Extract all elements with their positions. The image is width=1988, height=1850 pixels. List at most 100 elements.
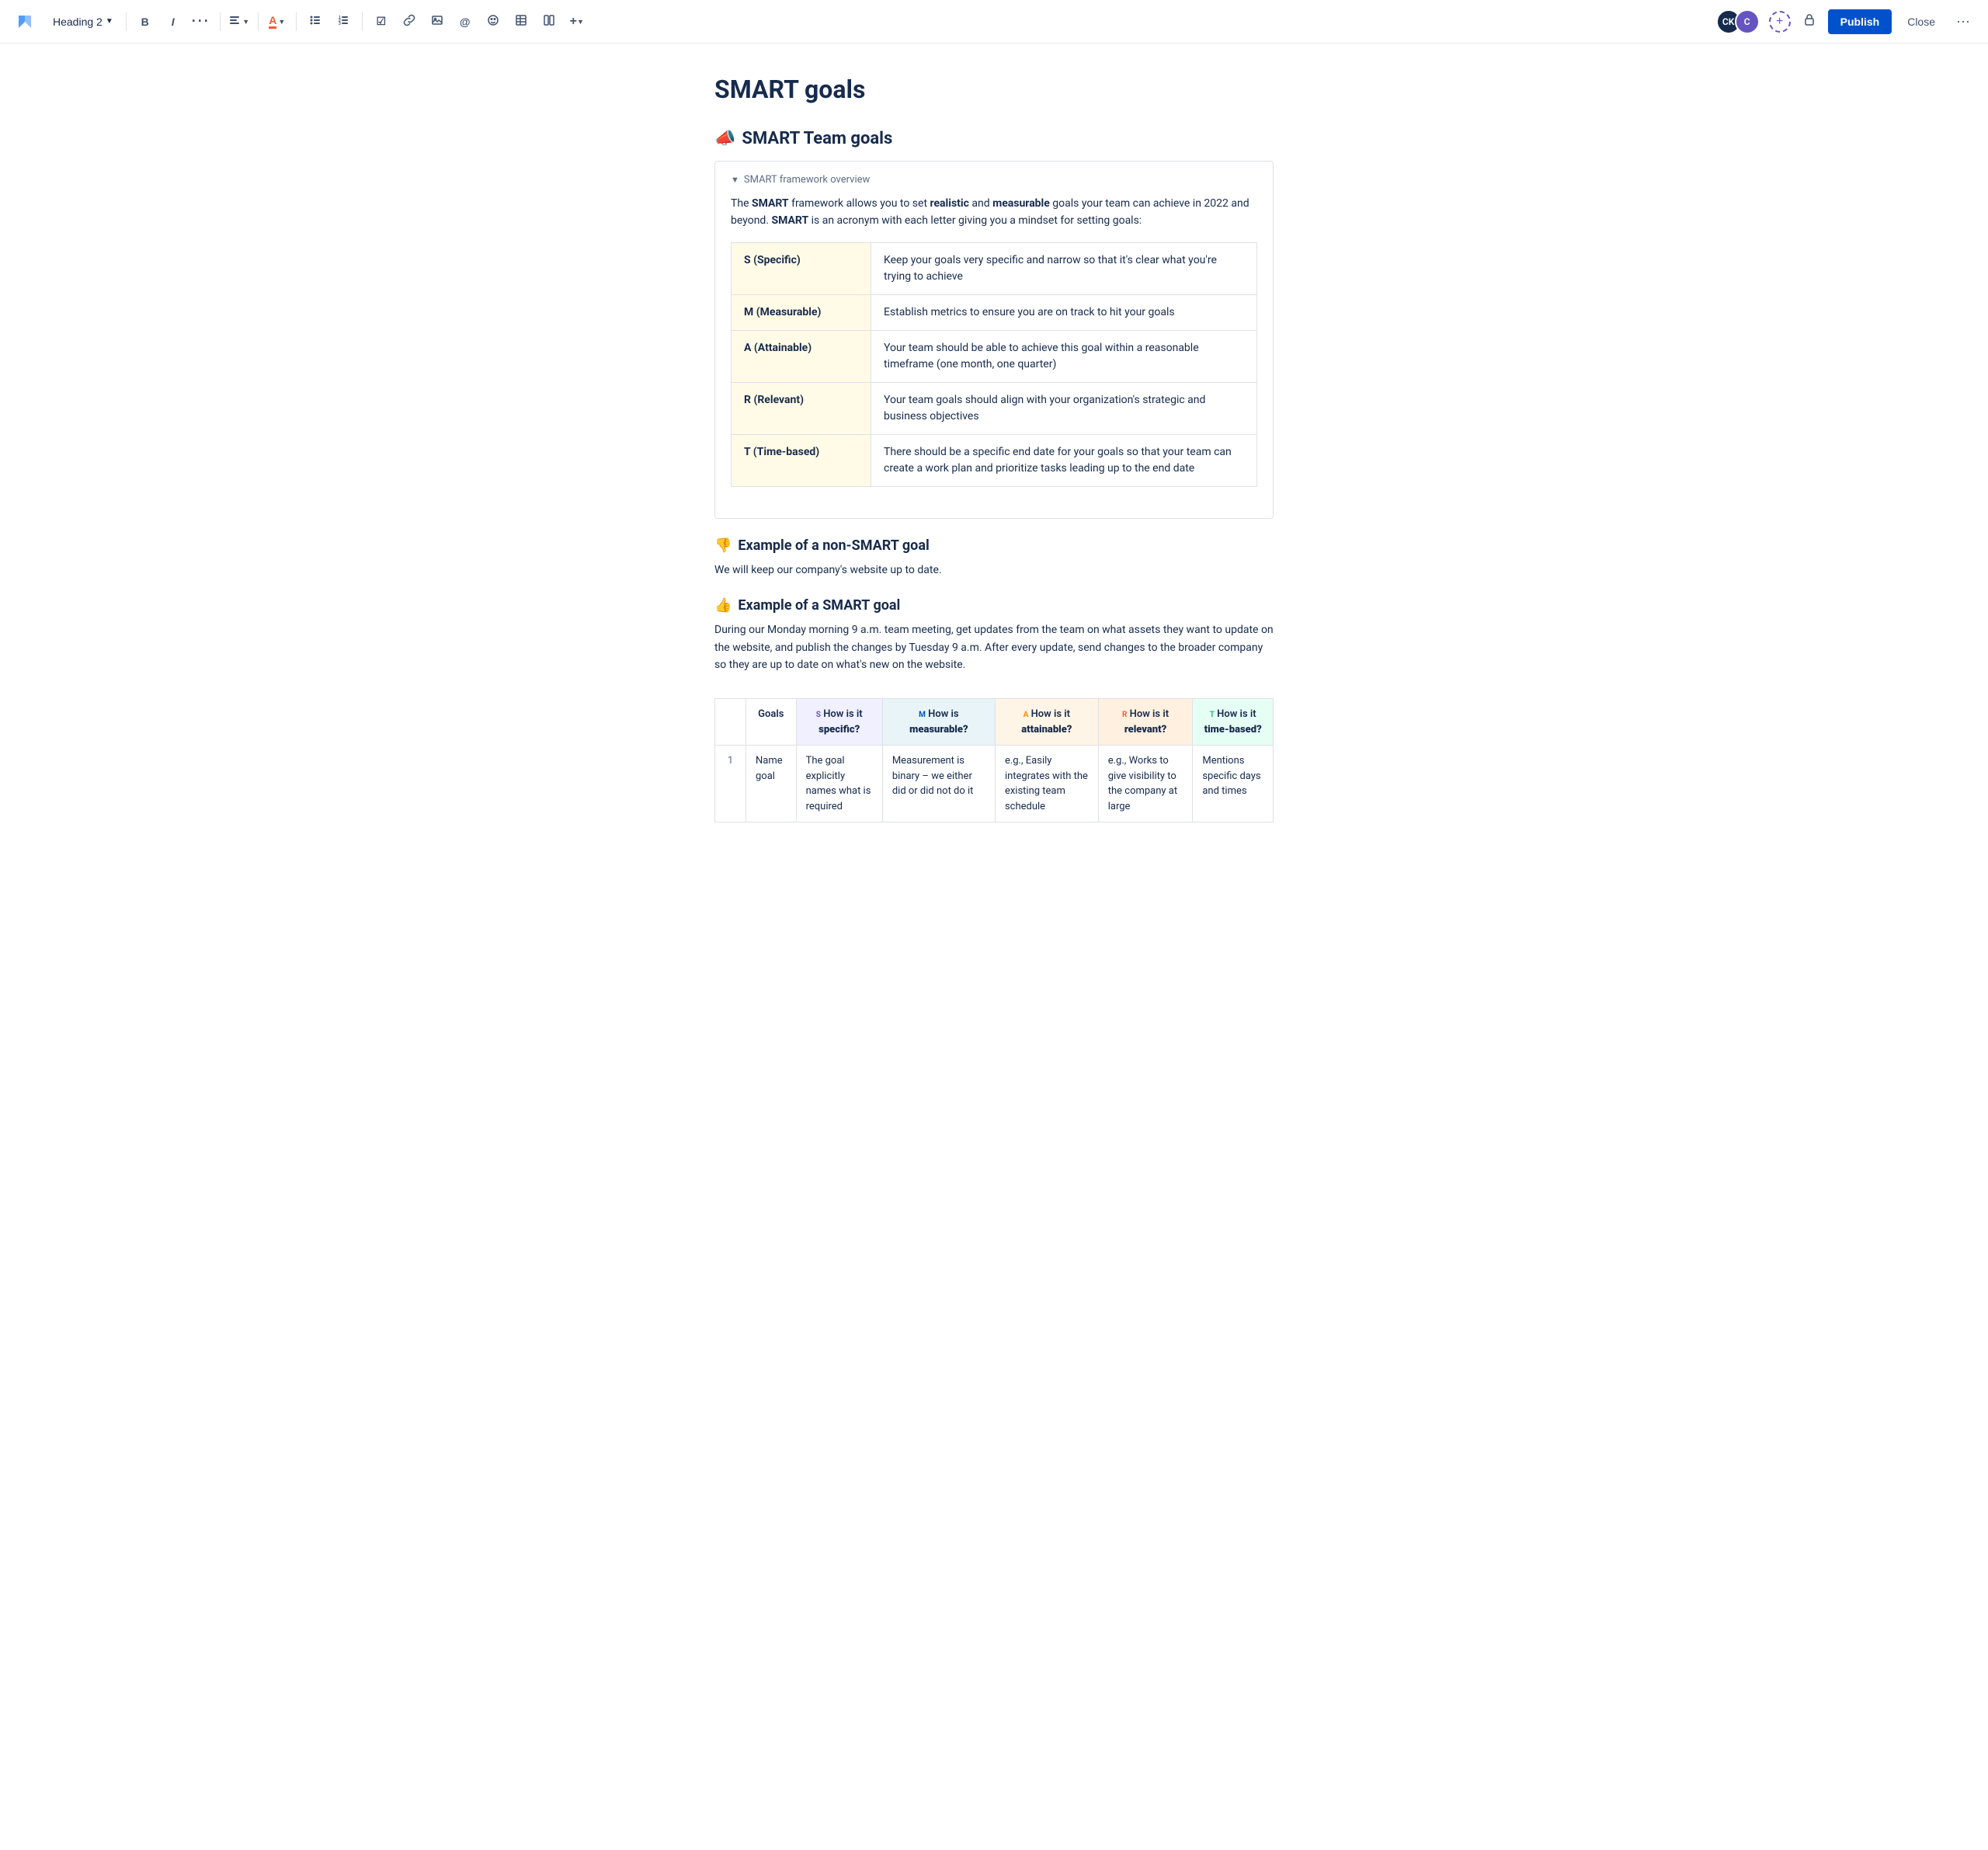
col-header-timebased: T How is ittime-based? — [1193, 699, 1274, 746]
row-num: 1 — [715, 746, 746, 822]
col-header-attainable: A How is itattainable? — [995, 699, 1098, 746]
col-header-num — [715, 699, 746, 746]
smart-table: S (Specific) Keep your goals very specif… — [731, 242, 1257, 487]
publish-button[interactable]: Publish — [1828, 9, 1892, 34]
row-goal: Name goal — [746, 746, 797, 822]
smart-label: M (Measurable) — [732, 294, 871, 330]
add-collaborator-button[interactable]: + — [1769, 11, 1791, 33]
bullet-list-icon — [309, 14, 321, 29]
toolbar-divider-5 — [362, 12, 363, 31]
more-options-button[interactable]: ··· — [1951, 9, 1976, 34]
lock-icon — [1802, 12, 1816, 30]
emoji-icon — [487, 14, 499, 29]
more-options-icon: ··· — [1956, 13, 1970, 30]
task-icon: ☑ — [376, 15, 386, 28]
heading-selector[interactable]: Heading 2 ▼ — [47, 12, 120, 31]
align-icon — [228, 14, 241, 29]
add-icon: + — [1776, 15, 1783, 29]
smart-label: S (Specific) — [732, 242, 871, 294]
avatar-c: C — [1735, 9, 1760, 34]
text-color-icon: A — [269, 15, 276, 29]
col-header-specific: s How is itspecific? — [796, 699, 882, 746]
table-icon — [515, 14, 527, 29]
smart-intro-text: The SMART framework allows you to set re… — [731, 195, 1257, 230]
heading-selector-label: Heading 2 — [53, 16, 103, 28]
smart-table-row: S (Specific) Keep your goals very specif… — [732, 242, 1257, 294]
close-button[interactable]: Close — [1898, 9, 1945, 34]
smart-label: A (Attainable) — [732, 330, 871, 382]
align-chevron: ▼ — [242, 18, 249, 26]
smart-table-row: R (Relevant) Your team goals should alig… — [732, 382, 1257, 434]
mention-icon: @ — [460, 16, 471, 28]
emoji-button[interactable] — [481, 9, 506, 34]
svg-text:3: 3 — [339, 22, 341, 26]
section-heading-icon: 📣 — [714, 129, 735, 148]
row-attainable: e.g., Easily integrates with the existin… — [995, 746, 1098, 822]
avatar-group: CK C — [1716, 9, 1760, 34]
toolbar-divider-3 — [258, 12, 259, 31]
expand-panel: ▼ SMART framework overview The SMART fra… — [714, 161, 1274, 519]
table-button[interactable] — [509, 9, 533, 34]
numbered-list-icon: 1 2 3 — [337, 14, 349, 29]
smart-label: T (Time-based) — [732, 434, 871, 486]
smart-description: There should be a specific end date for … — [871, 434, 1257, 486]
goals-table-wrapper: Goals s How is itspecific? M How ismeasu… — [714, 698, 1274, 822]
page-content: SMART goals 📣 SMART Team goals ▼ SMART f… — [699, 43, 1289, 869]
smart-table-row: A (Attainable) Your team should be able … — [732, 330, 1257, 382]
non-smart-icon: 👎 — [714, 537, 732, 554]
link-button[interactable] — [397, 9, 422, 34]
expand-header[interactable]: ▼ SMART framework overview — [731, 174, 1257, 186]
goals-table-body: 1 Name goal The goal explicitly names wh… — [715, 746, 1274, 822]
bullet-list-button[interactable] — [303, 9, 328, 34]
row-measurable: Measurement is binary – we either did or… — [882, 746, 995, 822]
expand-chevron: ▼ — [731, 175, 739, 185]
layout-icon — [543, 14, 555, 29]
non-smart-heading-text: Example of a non-SMART goal — [738, 537, 929, 554]
toolbar: Heading 2 ▼ B I ··· ▼ A ▼ — [0, 0, 1988, 43]
non-smart-text: We will keep our company's website up to… — [714, 562, 1274, 579]
text-color-button[interactable]: A ▼ — [265, 9, 290, 34]
smart-example: 👍 Example of a SMART goal During our Mon… — [714, 597, 1274, 673]
insert-button[interactable]: + ▼ — [565, 9, 589, 34]
smart-example-heading-text: Example of a SMART goal — [738, 597, 900, 614]
toolbar-divider-1 — [126, 12, 127, 31]
smart-example-icon: 👍 — [714, 597, 732, 614]
smart-table-row: M (Measurable) Establish metrics to ensu… — [732, 294, 1257, 330]
section-heading-smart-team: 📣 SMART Team goals — [714, 129, 1274, 148]
toolbar-divider-2 — [220, 12, 221, 31]
smart-description: Keep your goals very specific and narrow… — [871, 242, 1257, 294]
task-button[interactable]: ☑ — [369, 9, 394, 34]
smart-table-row: T (Time-based) There should be a specifi… — [732, 434, 1257, 486]
italic-button[interactable]: I — [161, 9, 186, 34]
non-smart-example: 👎 Example of a non-SMART goal We will ke… — [714, 537, 1274, 579]
align-button[interactable]: ▼ — [227, 9, 252, 34]
smart-description: Your team should be able to achieve this… — [871, 330, 1257, 382]
mention-button[interactable]: @ — [453, 9, 478, 34]
app-logo — [12, 9, 37, 34]
col-header-goals: Goals — [746, 699, 797, 746]
lock-button[interactable] — [1797, 9, 1822, 34]
expand-body: The SMART framework allows you to set re… — [731, 195, 1257, 487]
image-icon — [431, 14, 443, 29]
col-header-relevant: R How is itrelevant? — [1098, 699, 1193, 746]
insert-icon: + — [570, 15, 577, 29]
row-specific: The goal explicitly names what is requir… — [796, 746, 882, 822]
more-format-button[interactable]: ··· — [189, 9, 214, 34]
row-timebased: Mentions specific days and times — [1193, 746, 1274, 822]
heading-selector-chevron: ▼ — [106, 17, 113, 26]
image-button[interactable] — [425, 9, 450, 34]
link-icon — [403, 14, 415, 29]
col-header-measurable: M How ismeasurable? — [882, 699, 995, 746]
smart-description: Your team goals should align with your o… — [871, 382, 1257, 434]
smart-label: R (Relevant) — [732, 382, 871, 434]
goals-table-head: Goals s How is itspecific? M How ismeasu… — [715, 699, 1274, 746]
bold-button[interactable]: B — [133, 9, 158, 34]
numbered-list-button[interactable]: 1 2 3 — [331, 9, 356, 34]
row-relevant: e.g., Works to give visibility to the co… — [1098, 746, 1193, 822]
toolbar-divider-4 — [296, 12, 297, 31]
smart-example-heading: 👍 Example of a SMART goal — [714, 597, 1274, 614]
layout-button[interactable] — [537, 9, 561, 34]
goals-table-header-row: Goals s How is itspecific? M How ismeasu… — [715, 699, 1274, 746]
non-smart-heading: 👎 Example of a non-SMART goal — [714, 537, 1274, 554]
goals-table-row: 1 Name goal The goal explicitly names wh… — [715, 746, 1274, 822]
